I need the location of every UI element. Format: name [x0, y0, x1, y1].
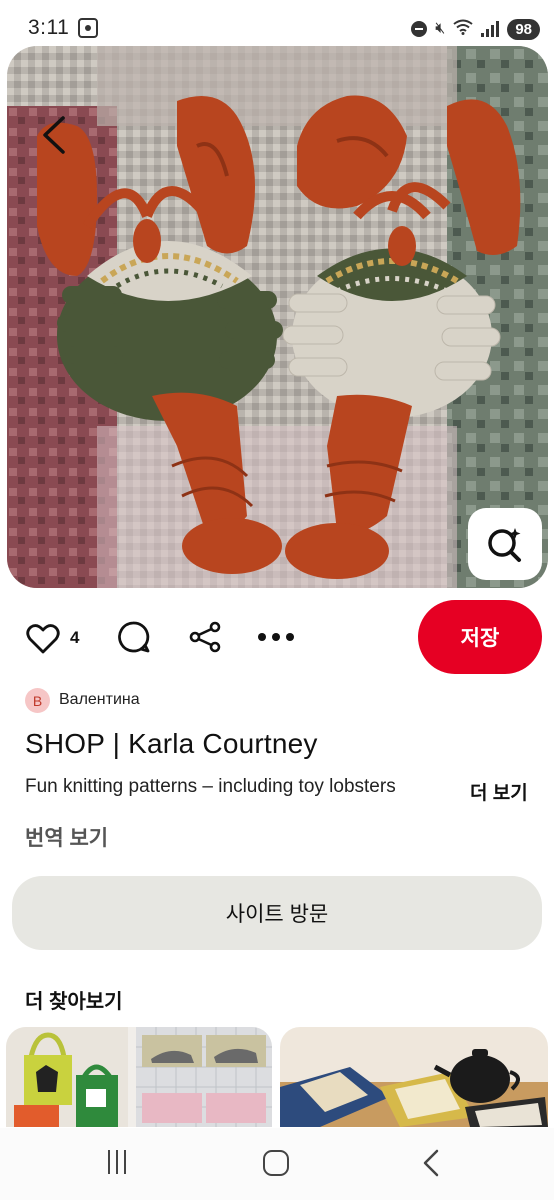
- status-time: 3:11: [28, 16, 70, 39]
- system-nav-bar: [0, 1128, 554, 1200]
- knit-bags-image: [6, 1027, 272, 1127]
- recent-apps-icon[interactable]: [108, 1150, 134, 1176]
- more-options-icon[interactable]: [258, 626, 302, 648]
- author-name[interactable]: Валентина: [59, 691, 140, 709]
- avatar[interactable]: B: [25, 688, 50, 713]
- description-fade: [425, 776, 465, 804]
- share-icon[interactable]: [188, 620, 222, 654]
- heart-icon[interactable]: [26, 624, 60, 654]
- related-pin-thumbnail[interactable]: [6, 1027, 272, 1127]
- explore-more-title: 더 찾아보기: [25, 991, 123, 1013]
- wifi-icon: [453, 19, 473, 40]
- signal-icon: [481, 21, 500, 37]
- save-button[interactable]: 저장: [418, 600, 542, 674]
- action-row: 4 저장: [0, 600, 554, 676]
- comment-icon[interactable]: [116, 620, 150, 654]
- pin-description-container: Fun knitting patterns – including toy lo…: [25, 776, 465, 804]
- screenshot-icon: [78, 18, 98, 38]
- battery-level: 98: [507, 18, 540, 40]
- lobster-photo: [7, 46, 548, 588]
- translate-link[interactable]: 번역 보기: [25, 822, 108, 852]
- dnd-icon: [411, 21, 428, 37]
- visual-search-button[interactable]: [468, 508, 542, 580]
- related-pin-thumbnail[interactable]: [280, 1027, 548, 1127]
- knit-potholders-image: [280, 1027, 548, 1127]
- lens-search-icon: [488, 528, 521, 562]
- pin-image[interactable]: [7, 46, 548, 588]
- back-button[interactable]: [33, 110, 77, 160]
- mute-icon: 🔇︎: [435, 20, 446, 37]
- pin-description: Fun knitting patterns – including toy lo…: [25, 776, 396, 797]
- pin-title: SHOP | Karla Courtney: [25, 728, 318, 759]
- back-icon[interactable]: [420, 1148, 444, 1178]
- visit-site-button[interactable]: 사이트 방문: [12, 876, 542, 950]
- home-icon[interactable]: [263, 1150, 289, 1176]
- like-count: 4: [70, 628, 80, 647]
- status-icons: 🔇︎ 98: [411, 16, 540, 42]
- see-more-link[interactable]: 더 보기: [470, 778, 528, 805]
